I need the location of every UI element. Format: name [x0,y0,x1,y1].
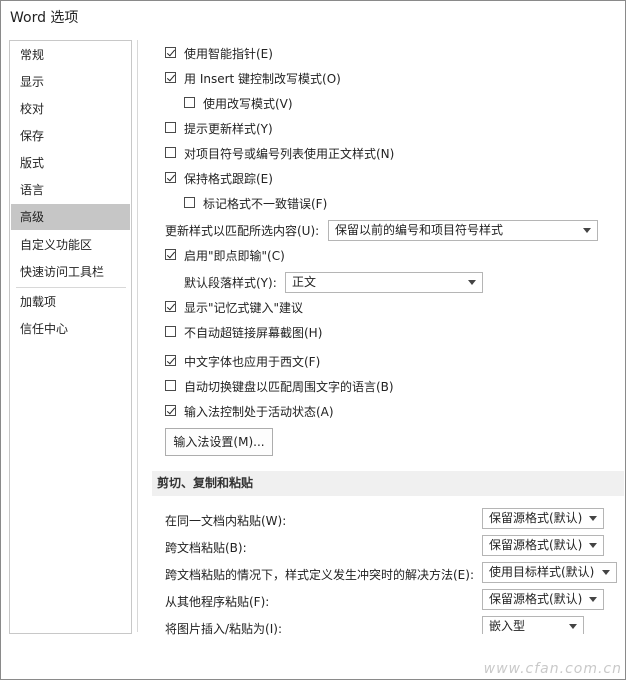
paste-other-programs-label: 从其他程序粘贴(F): [165,595,270,609]
sidebar-item-save[interactable]: 保存 [11,123,130,149]
option-label: 中文字体也应用于西文(F) [184,355,321,369]
insert-picture-select[interactable]: 嵌入型 [482,616,584,634]
checkbox-unchecked[interactable] [165,380,176,391]
options-sidebar: 常规 显示 校对 保存 版式 语言 高级 自定义功能区 快速访问工具栏 加载项 … [9,40,132,634]
select-value: 使用目标样式(默认) [489,565,595,579]
ime-settings-button[interactable]: 输入法设置(M)... [165,428,273,456]
option-label: 不自动超链接屏幕截图(H) [184,326,323,340]
check-icon [166,405,176,415]
paste-style-conflict-label: 跨文档粘贴的情况下，样式定义发生冲突时的解决方法(E): [165,568,474,582]
sidebar-item-customize-ribbon[interactable]: 自定义功能区 [11,232,130,258]
option-label: 显示"记忆式键入"建议 [184,301,304,315]
check-icon [166,47,176,57]
paste-same-doc-label: 在同一文档内粘贴(W): [165,514,287,528]
option-label: 使用智能指针(E) [184,47,273,61]
sidebar-item-layout[interactable]: 版式 [11,150,130,176]
chevron-down-icon [589,516,597,521]
option-label: 提示更新样式(Y) [184,122,273,136]
checkbox-unchecked[interactable] [165,326,176,337]
option-label: 标记格式不一致错误(F) [203,197,328,211]
chevron-down-icon [468,280,476,285]
checkbox-checked[interactable] [165,47,176,58]
option-label: 对项目符号或编号列表使用正文样式(N) [184,147,395,161]
sidebar-divider [16,287,126,288]
check-icon [166,249,176,259]
watermark: www.cfan.com.cn [483,661,622,677]
check-icon [166,355,176,365]
option-label: 输入法控制处于活动状态(A) [184,405,334,419]
checkbox-checked[interactable] [165,355,176,366]
checkbox-unchecked[interactable] [165,122,176,133]
sidebar-item-quick-access-toolbar[interactable]: 快速访问工具栏 [11,259,130,285]
checkbox-checked[interactable] [165,405,176,416]
option-label: 使用改写模式(V) [203,97,293,111]
option-label: 启用"即点即输"(C) [184,249,285,263]
chevron-down-icon [602,570,610,575]
chevron-down-icon [583,228,591,233]
dialog-title: Word 选项 [10,10,79,26]
sidebar-item-display[interactable]: 显示 [11,69,130,95]
update-style-label: 更新样式以匹配所选内容(U): [165,224,320,238]
checkbox-checked[interactable] [165,249,176,260]
section-header-cut-copy-paste: 剪切、复制和粘贴 [152,471,624,496]
checkbox-checked[interactable] [165,301,176,312]
select-value: 嵌入型 [489,619,526,633]
sidebar-item-general[interactable]: 常规 [11,42,130,68]
sidebar-item-language[interactable]: 语言 [11,177,130,203]
checkbox-unchecked[interactable] [165,147,176,158]
chevron-down-icon [589,597,597,602]
sidebar-item-proofing[interactable]: 校对 [11,96,130,122]
content-divider [137,40,138,632]
select-value: 保留源格式(默认) [489,538,583,552]
section-title: 剪切、复制和粘贴 [157,476,254,490]
default-paragraph-select[interactable]: 正文 [285,272,483,293]
sidebar-item-add-ins[interactable]: 加载项 [11,289,130,315]
select-value: 保留以前的编号和项目符号样式 [335,223,504,237]
checkbox-checked[interactable] [165,172,176,183]
paste-other-programs-select[interactable]: 保留源格式(默认) [482,589,604,610]
check-icon [166,72,176,82]
chevron-down-icon [569,624,577,629]
option-label: 保持格式跟踪(E) [184,172,273,186]
chevron-down-icon [589,543,597,548]
check-icon [166,172,176,182]
check-icon [166,301,176,311]
checkbox-unchecked[interactable] [184,97,195,108]
paste-between-docs-label: 跨文档粘贴(B): [165,541,247,555]
select-value: 正文 [292,275,317,289]
checkbox-unchecked[interactable] [184,197,195,208]
select-value: 保留源格式(默认) [489,511,583,525]
checkbox-checked[interactable] [165,72,176,83]
sidebar-item-trust-center[interactable]: 信任中心 [11,316,130,342]
option-label: 自动切换键盘以匹配周围文字的语言(B) [184,380,394,394]
option-label: 用 Insert 键控制改写模式(O) [184,72,341,86]
sidebar-item-advanced[interactable]: 高级 [11,204,130,230]
default-paragraph-label: 默认段落样式(Y): [184,276,277,290]
paste-between-docs-select[interactable]: 保留源格式(默认) [482,535,604,556]
paste-style-conflict-select[interactable]: 使用目标样式(默认) [482,562,617,583]
insert-picture-label: 将图片插入/粘贴为(I): [165,622,282,636]
paste-same-doc-select[interactable]: 保留源格式(默认) [482,508,604,529]
update-style-select[interactable]: 保留以前的编号和项目符号样式 [328,220,598,241]
select-value: 保留源格式(默认) [489,592,583,606]
